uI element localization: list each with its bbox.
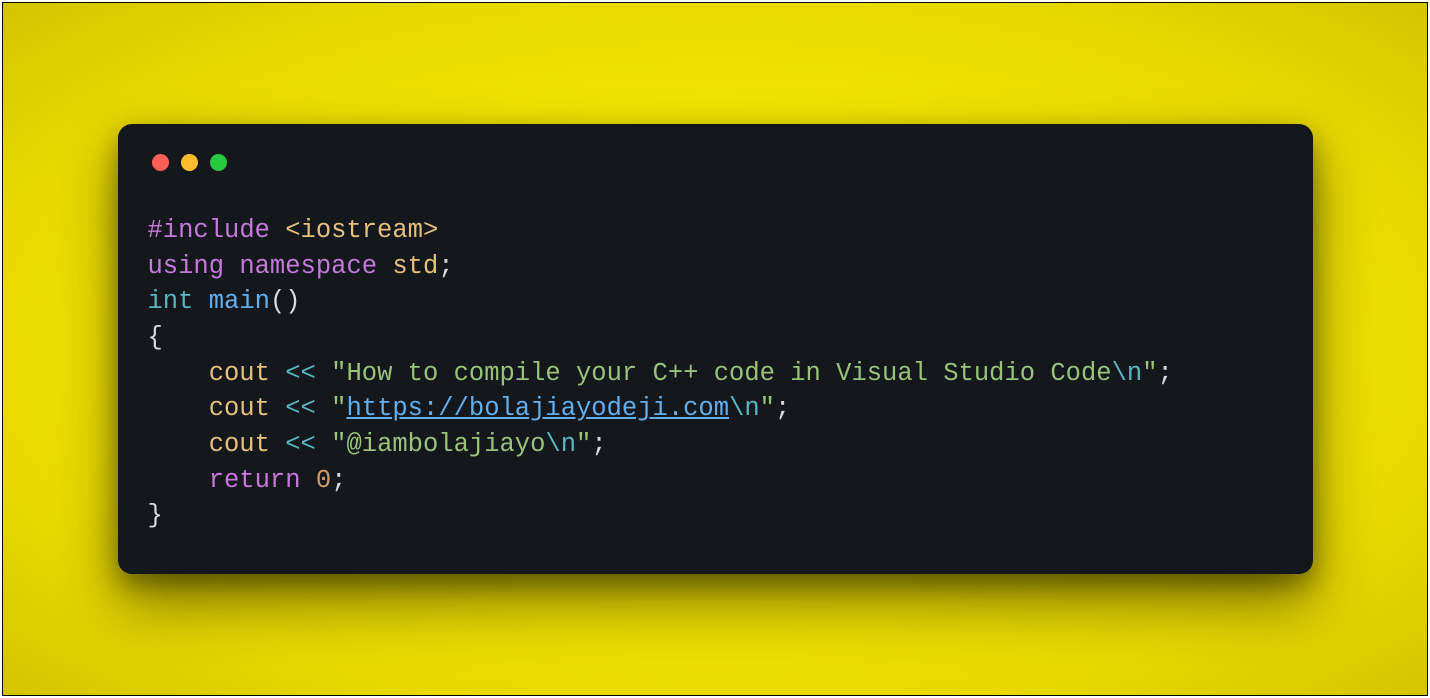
code-line: { [148, 323, 163, 352]
return-type: int [148, 287, 194, 316]
number-literal: 0 [316, 466, 331, 495]
code-line: cout << "@iambolajiayo\n"; [148, 430, 607, 459]
header-name: <iostream> [285, 216, 438, 245]
insertion-operator: << [285, 359, 316, 388]
keyword-return: return [209, 466, 301, 495]
preprocessor-directive: #include [148, 216, 286, 245]
background-frame: #include <iostream> using namespace std;… [2, 2, 1428, 696]
open-brace: { [148, 323, 163, 352]
window-controls [148, 154, 1283, 171]
code-line: } [148, 501, 163, 530]
code-window: #include <iostream> using namespace std;… [118, 124, 1313, 574]
code-line: #include <iostream> [148, 216, 439, 245]
string-quote: " [760, 394, 775, 423]
function-name: main [209, 287, 270, 316]
escape-sequence: \n [1112, 359, 1143, 388]
close-brace: } [148, 501, 163, 530]
insertion-operator: << [285, 430, 316, 459]
string-quote: " [331, 359, 346, 388]
semicolon: ; [331, 466, 346, 495]
escape-sequence: \n [729, 394, 760, 423]
string-url: https://bolajiayodeji.com [346, 394, 729, 423]
code-line: return 0; [148, 466, 347, 495]
close-icon[interactable] [152, 154, 169, 171]
semicolon: ; [1158, 359, 1173, 388]
escape-sequence: \n [545, 430, 576, 459]
insertion-operator: << [285, 394, 316, 423]
namespace-name: std [392, 252, 438, 281]
string-quote: " [1142, 359, 1157, 388]
string-quote: " [331, 394, 346, 423]
minimize-icon[interactable] [181, 154, 198, 171]
zoom-icon[interactable] [210, 154, 227, 171]
semicolon: ; [775, 394, 790, 423]
string-literal: @iambolajiayo [346, 430, 545, 459]
paren-group: () [270, 287, 301, 316]
code-block: #include <iostream> using namespace std;… [148, 213, 1283, 534]
keyword-using: using [148, 252, 225, 281]
keyword-namespace: namespace [239, 252, 377, 281]
code-line: cout << "https://bolajiayodeji.com\n"; [148, 394, 791, 423]
string-literal: How to compile your C++ code in Visual S… [346, 359, 1111, 388]
semicolon: ; [591, 430, 606, 459]
stream-object: cout [209, 359, 270, 388]
string-quote: " [331, 430, 346, 459]
code-line: int main() [148, 287, 301, 316]
stream-object: cout [209, 430, 270, 459]
stream-object: cout [209, 394, 270, 423]
semicolon: ; [438, 252, 453, 281]
code-line: using namespace std; [148, 252, 454, 281]
code-line: cout << "How to compile your C++ code in… [148, 359, 1173, 388]
string-quote: " [576, 430, 591, 459]
